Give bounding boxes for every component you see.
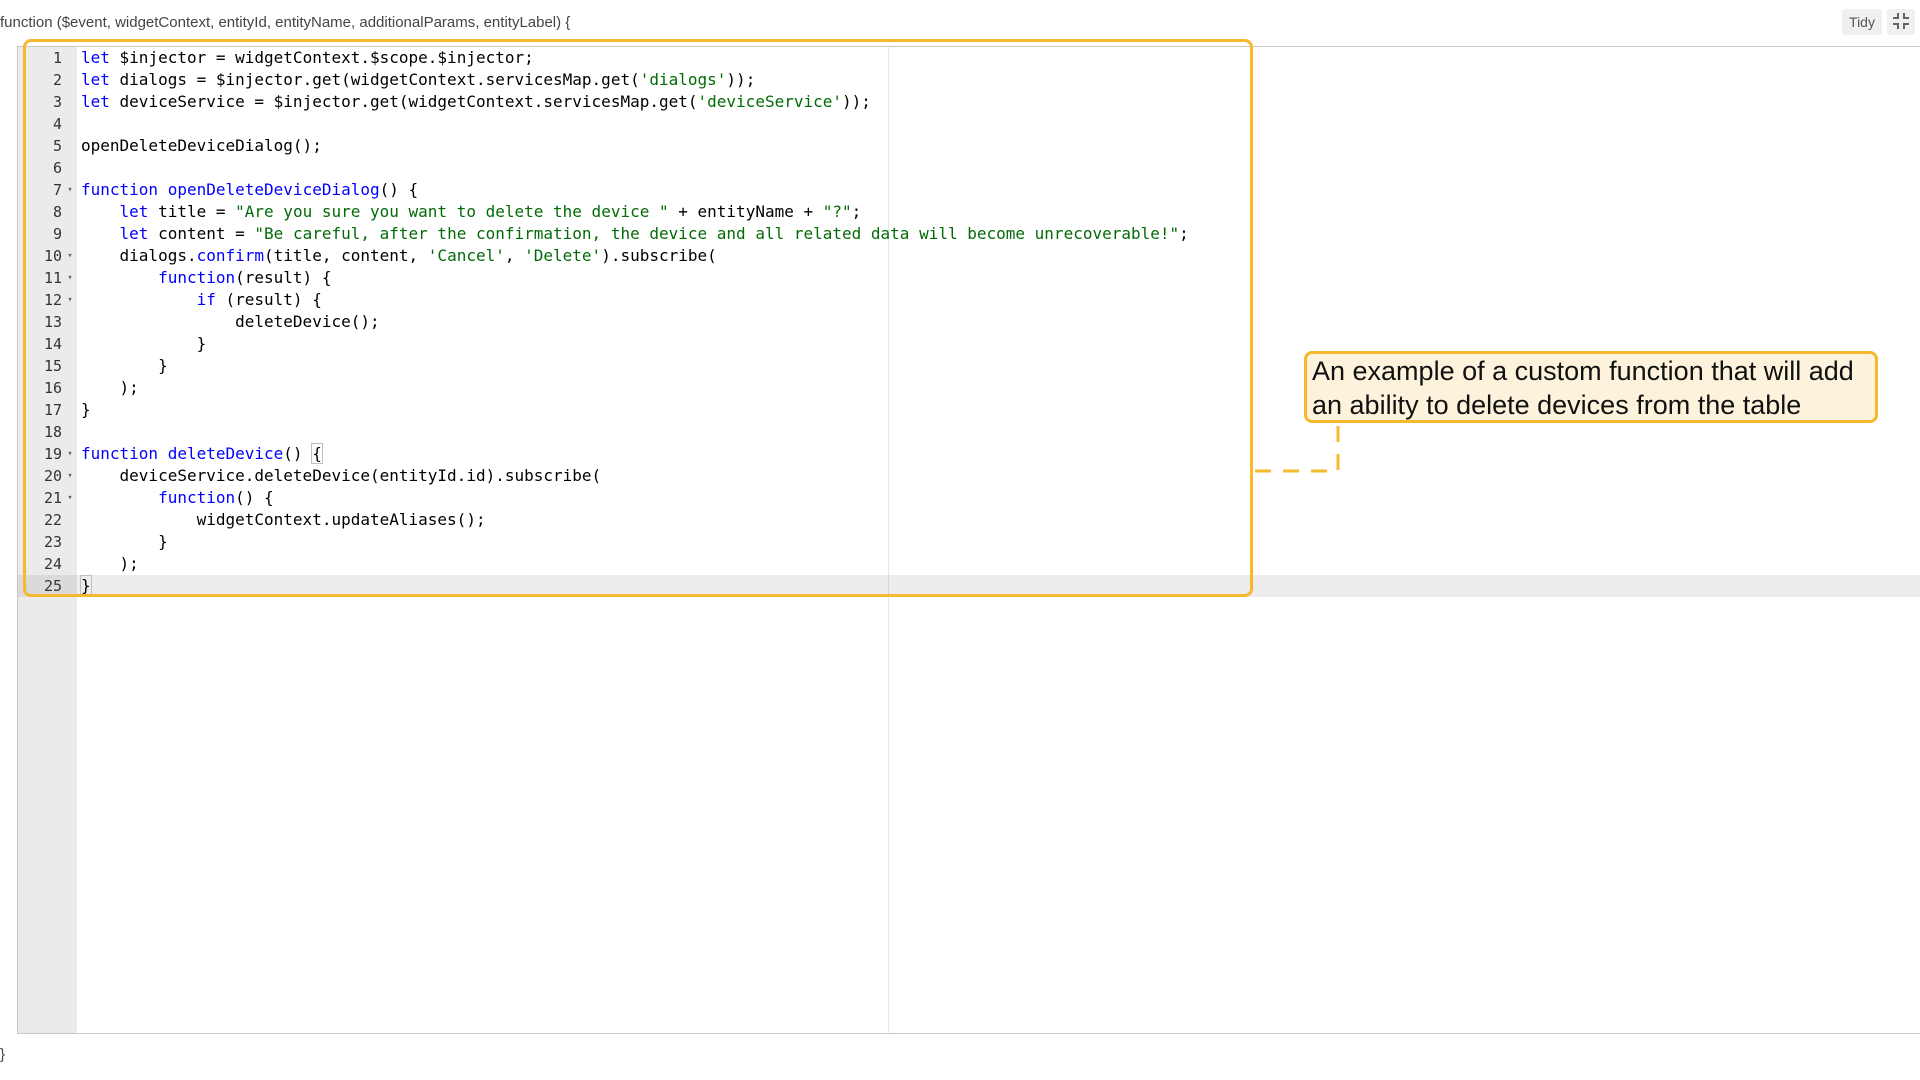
line-number: 7	[52, 181, 62, 199]
line-number: 3	[52, 93, 62, 111]
line-number: 13	[43, 313, 62, 331]
code-lines[interactable]: 1 let $injector = widgetContext.$scope.$i…	[18, 47, 1920, 597]
fold-toggle-icon[interactable]: ▾	[65, 245, 75, 267]
code-line[interactable]: 11 ▾ function(result) {	[18, 267, 1920, 289]
code-line[interactable]: 4	[18, 113, 1920, 135]
code-text: function(result) {	[158, 268, 332, 287]
line-number: 12	[43, 291, 62, 309]
tidy-button[interactable]: Tidy	[1842, 9, 1882, 35]
code-line[interactable]: 5 openDeleteDeviceDialog();	[18, 135, 1920, 157]
code-line[interactable]: 12 ▾ if (result) {	[18, 289, 1920, 311]
code-text: function() {	[158, 488, 274, 507]
annotation-callout: An example of a custom function that wil…	[1304, 351, 1878, 423]
fold-toggle-icon[interactable]: ▾	[65, 289, 75, 311]
line-number: 18	[43, 423, 62, 441]
line-number: 6	[52, 159, 62, 177]
code-text: deleteDevice();	[81, 312, 380, 331]
code-line[interactable]: 23 }	[18, 531, 1920, 553]
code-line[interactable]: 2 let dialogs = $injector.get(widgetConte…	[18, 69, 1920, 91]
code-text: function openDeleteDeviceDialog() {	[81, 180, 419, 199]
line-number: 24	[43, 555, 62, 573]
code-line[interactable]: 20 ▾ deviceService.deleteDevice(entityId.…	[18, 465, 1920, 487]
fold-toggle-icon[interactable]: ▾	[65, 179, 75, 201]
function-signature: function ($event, widgetContext, entityI…	[0, 14, 571, 31]
fold-toggle-icon[interactable]: ▾	[65, 443, 75, 465]
line-number: 19	[43, 445, 62, 463]
code-line[interactable]: 3 let deviceService = $injector.get(widge…	[18, 91, 1920, 113]
code-line[interactable]: 25}	[18, 575, 1920, 597]
line-number: 25	[43, 577, 62, 595]
fold-toggle-icon[interactable]: ▾	[65, 267, 75, 289]
code-text: function deleteDevice() {	[81, 443, 323, 464]
code-text: }	[81, 356, 168, 375]
fold-toggle-icon[interactable]: ▾	[65, 487, 75, 509]
callout-connector	[1255, 425, 1340, 473]
line-number: 8	[52, 203, 62, 221]
line-number: 16	[43, 379, 62, 397]
collapse-icon	[1892, 12, 1910, 33]
code-line[interactable]: 10 ▾ dialogs.confirm(title, content, 'Can…	[18, 245, 1920, 267]
code-line[interactable]: 13 deleteDevice();	[18, 311, 1920, 333]
line-number: 17	[43, 401, 62, 419]
code-line[interactable]: 6	[18, 157, 1920, 179]
line-number: 9	[52, 225, 62, 243]
line-number: 4	[52, 115, 62, 133]
line-number: 21	[43, 489, 62, 507]
code-text: }	[80, 575, 92, 596]
line-number: 23	[43, 533, 62, 551]
code-text: let content = "Be careful, after the con…	[119, 224, 1189, 243]
line-number: 20	[43, 467, 62, 485]
code-text: );	[81, 554, 139, 573]
line-number: 22	[43, 511, 62, 529]
line-number: 2	[52, 71, 62, 89]
closing-brace: }	[0, 1046, 6, 1063]
code-text: }	[81, 532, 168, 551]
code-text: }	[81, 334, 207, 353]
code-text: if (result) {	[196, 290, 322, 309]
code-text: widgetContext.updateAliases();	[81, 510, 486, 529]
line-number: 1	[52, 49, 62, 67]
code-line[interactable]: 8 let title = "Are you sure you want to …	[18, 201, 1920, 223]
code-line[interactable]: 21 ▾ function() {	[18, 487, 1920, 509]
line-number: 5	[52, 137, 62, 155]
code-line[interactable]: 22 widgetContext.updateAliases();	[18, 509, 1920, 531]
code-text: );	[81, 378, 139, 397]
code-text: openDeleteDeviceDialog();	[81, 136, 322, 155]
code-line[interactable]: 1 let $injector = widgetContext.$scope.$i…	[18, 47, 1920, 69]
line-number: 14	[43, 335, 62, 353]
exit-fullscreen-button[interactable]	[1887, 9, 1915, 35]
code-text: dialogs.confirm(title, content, 'Cancel'…	[81, 246, 717, 265]
code-text: let dialogs = $injector.get(widgetContex…	[81, 70, 756, 89]
code-line[interactable]: 24 );	[18, 553, 1920, 575]
code-line[interactable]: 9 let content = "Be careful, after the c…	[18, 223, 1920, 245]
line-number: 15	[43, 357, 62, 375]
line-number: 10	[43, 247, 62, 265]
code-line[interactable]: 19 ▾ function deleteDevice() {	[18, 443, 1920, 465]
code-line[interactable]: 7 ▾ function openDeleteDeviceDialog() {	[18, 179, 1920, 201]
line-number: 11	[43, 269, 62, 287]
fold-toggle-icon[interactable]: ▾	[65, 465, 75, 487]
code-line[interactable]: 18	[18, 421, 1920, 443]
code-text: let title = "Are you sure you want to de…	[119, 202, 862, 221]
code-text: }	[81, 400, 91, 419]
code-text: let $injector = widgetContext.$scope.$in…	[81, 48, 534, 67]
code-editor[interactable]: 1 let $injector = widgetContext.$scope.$i…	[17, 46, 1920, 1034]
code-text: deviceService.deleteDevice(entityId.id).…	[81, 466, 602, 485]
code-text: let deviceService = $injector.get(widget…	[81, 92, 871, 111]
